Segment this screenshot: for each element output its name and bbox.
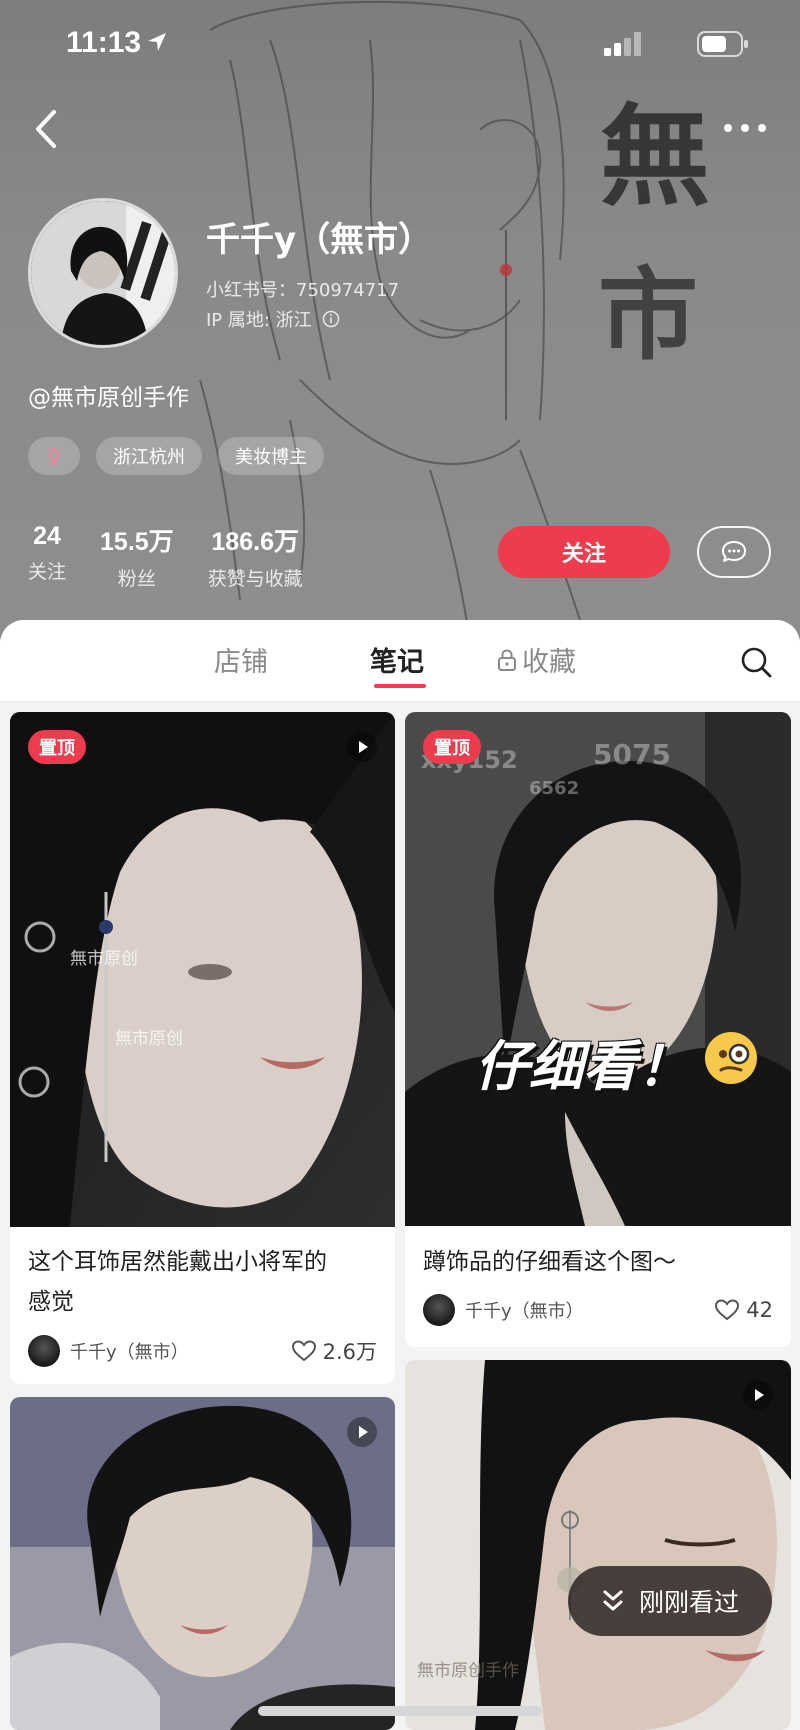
note-title: 这个耳饰居然能戴出小将军的 感觉	[28, 1242, 327, 1322]
ip-location-text: IP 属地: 浙江	[206, 310, 312, 331]
note-card[interactable]: 無市原创 無市原创 置顶 这个耳饰居然能戴出小将军的 感觉 千千y（無市） 2.…	[10, 712, 395, 1384]
note-cover-image: xxy152 5075 6562 仔细看！ 置顶	[405, 712, 791, 1226]
chat-bubble-icon	[722, 541, 746, 562]
more-options-icon[interactable]	[722, 118, 768, 138]
watermark-text: 5075	[593, 738, 671, 771]
profile-tags: ♀ 浙江杭州 美妆博主	[28, 437, 324, 475]
like-count: 2.6万	[322, 1340, 377, 1364]
double-chevron-down-icon	[603, 1590, 623, 1611]
followers-count: 15.5万	[100, 528, 174, 556]
monocle-face-emoji-icon	[705, 1032, 757, 1084]
tab-active-indicator	[374, 684, 426, 688]
status-time: 11:13	[66, 26, 142, 59]
following-stat[interactable]: 24 关注	[28, 522, 66, 591]
header-art-char-1: 無	[600, 92, 710, 221]
video-play-icon	[347, 1417, 377, 1447]
watermark-text: 無市原创手作	[417, 1661, 519, 1681]
cover-overlay-text: 仔细看！	[475, 1035, 691, 1098]
note-cover-image: 無市原创手作	[405, 1360, 791, 1730]
profile-header: 無 市 11:13 千千y（無市） 小红书号：750974717 IP 属地: …	[0, 0, 800, 640]
note-card[interactable]	[10, 1397, 395, 1730]
watermark-text: 無市原创	[70, 949, 138, 969]
likes-collects-stat[interactable]: 186.6万 获赞与收藏	[208, 522, 303, 591]
video-play-icon	[743, 1380, 773, 1410]
watermark-text: 6562	[529, 778, 580, 799]
author-name: 千千y（無市）	[465, 1301, 584, 1322]
note-title-line: 这个耳饰居然能戴出小将军的	[28, 1249, 327, 1275]
profile-avatar[interactable]	[28, 198, 178, 348]
red-id: 小红书号：750974717	[206, 280, 400, 301]
tab-notes[interactable]: 笔记	[370, 640, 424, 679]
location-arrow-icon	[148, 33, 166, 51]
author-avatar	[423, 1294, 455, 1326]
author-avatar	[28, 1335, 60, 1367]
likes-collects-count: 186.6万	[211, 528, 299, 556]
note-card[interactable]: 無市原创手作	[405, 1360, 791, 1730]
ip-location: IP 属地: 浙江	[206, 306, 340, 332]
tab-shop[interactable]: 店铺	[214, 640, 268, 679]
gender-tag: ♀	[28, 437, 80, 475]
note-cover-image: 無市原创 無市原创 置顶	[10, 712, 395, 1227]
lock-icon	[498, 648, 516, 671]
category-tag[interactable]: 美妆博主	[218, 437, 324, 475]
followers-stat[interactable]: 15.5万 粉丝	[100, 522, 174, 591]
followers-label: 粉丝	[117, 568, 156, 590]
note-cover-image	[10, 1397, 395, 1730]
note-author[interactable]: 千千y（無市）	[28, 1335, 189, 1367]
author-name: 千千y（無市）	[70, 1342, 189, 1363]
tab-collections[interactable]: 收藏	[496, 640, 576, 679]
profile-bio[interactable]: @無市原创手作	[28, 378, 189, 412]
like-count: 42	[746, 1298, 773, 1322]
note-card[interactable]: xxy152 5075 6562 仔细看！ 置顶 蹲饰品的仔细看这个图～ 千千y…	[405, 712, 791, 1347]
female-icon: ♀	[46, 444, 62, 468]
note-meta: 千千y（無市） 42	[423, 1294, 773, 1326]
note-title: 蹲饰品的仔细看这个图～	[423, 1249, 676, 1275]
back-chevron-icon[interactable]	[28, 106, 64, 152]
follow-button[interactable]: 关注	[498, 526, 670, 578]
pinned-badge: 置顶	[423, 730, 481, 764]
note-meta: 千千y（無市） 2.6万	[28, 1335, 377, 1367]
heart-icon	[715, 1299, 740, 1321]
location-tag[interactable]: 浙江杭州	[96, 437, 202, 475]
home-indicator[interactable]	[258, 1706, 542, 1716]
cellular-signal-icon	[604, 32, 641, 56]
pinned-badge: 置顶	[28, 730, 86, 764]
like-button[interactable]: 2.6万	[291, 1336, 377, 1366]
header-art-char-2: 市	[598, 256, 698, 374]
note-title-line: 感觉	[28, 1289, 74, 1315]
recently-viewed-button[interactable]: 刚刚看过	[568, 1566, 772, 1636]
recently-viewed-label: 刚刚看过	[638, 1588, 739, 1617]
like-button[interactable]: 42	[714, 1298, 773, 1322]
video-play-icon	[347, 732, 377, 762]
following-count: 24	[33, 522, 61, 550]
profile-tab-bar: 店铺 笔记 收藏	[0, 620, 800, 702]
likes-collects-label: 获赞与收藏	[207, 568, 303, 590]
note-author[interactable]: 千千y（無市）	[423, 1294, 584, 1326]
profile-stats: 24 关注 15.5万 粉丝 186.6万 获赞与收藏	[28, 522, 303, 591]
watermark-text: 無市原创	[115, 1029, 183, 1049]
search-icon[interactable]	[738, 644, 774, 680]
following-label: 关注	[28, 561, 67, 583]
heart-icon	[291, 1340, 316, 1362]
tab-collections-label: 收藏	[522, 647, 576, 678]
profile-nickname: 千千y（無市）	[206, 220, 433, 260]
info-icon[interactable]	[322, 310, 340, 328]
status-bar: 11:13	[0, 0, 800, 90]
message-button[interactable]	[697, 526, 771, 578]
battery-icon	[697, 31, 748, 57]
